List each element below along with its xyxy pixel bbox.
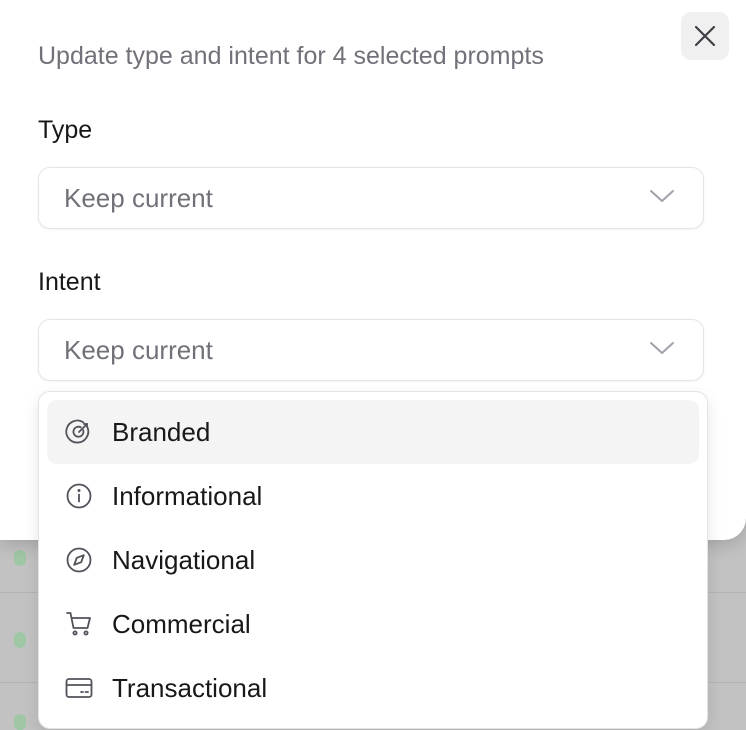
menu-item-label: Transactional (112, 672, 268, 703)
menu-item-commercial[interactable]: Commercial (47, 592, 699, 656)
menu-item-label: Branded (112, 416, 211, 447)
menu-item-label: Commercial (112, 608, 251, 639)
status-dot (14, 632, 26, 648)
dialog-description: Update type and intent for 4 selected pr… (38, 42, 544, 70)
intent-select[interactable]: Keep current (38, 319, 704, 381)
menu-item-navigational[interactable]: Navigational (47, 528, 699, 592)
compass-icon (65, 546, 93, 574)
menu-item-informational[interactable]: Informational (47, 464, 699, 528)
intent-label: Intent (38, 268, 101, 296)
menu-item-branded[interactable]: Branded (47, 400, 699, 464)
chevron-down-icon (649, 340, 675, 361)
target-icon (65, 418, 93, 446)
intent-dropdown-menu: Branded Informational Navigational Comme… (38, 391, 708, 729)
menu-item-label: Informational (112, 480, 263, 511)
type-select-value: Keep current (64, 182, 213, 213)
info-icon (65, 482, 93, 510)
status-dot (14, 714, 26, 730)
credit-card-icon (65, 674, 93, 702)
cart-icon (65, 610, 93, 638)
type-label: Type (38, 116, 93, 144)
menu-item-label: Navigational (112, 544, 256, 575)
status-dot (14, 550, 26, 566)
menu-item-transactional[interactable]: Transactional (47, 656, 699, 720)
type-select[interactable]: Keep current (38, 167, 704, 229)
chevron-down-icon (649, 188, 675, 209)
intent-select-value: Keep current (64, 334, 213, 365)
close-button[interactable] (681, 12, 729, 60)
x-icon (693, 24, 717, 48)
